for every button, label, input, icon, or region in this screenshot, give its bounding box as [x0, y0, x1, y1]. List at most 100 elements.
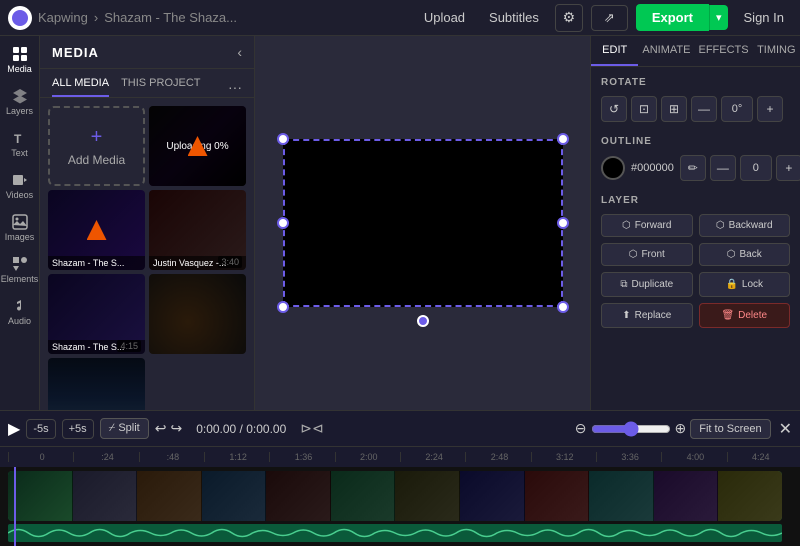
rotate-minus-button[interactable]: —: [691, 96, 717, 122]
rotate-ccw-button[interactable]: ↺: [601, 96, 627, 122]
media-thumb-city[interactable]: [48, 358, 145, 410]
canvas-wrapper[interactable]: [283, 139, 563, 307]
duplicate-button[interactable]: ⧉ Duplicate: [601, 272, 693, 297]
canvas-content: [283, 139, 563, 307]
media-thumb-uploading[interactable]: Uploading 0%: [149, 106, 246, 186]
replace-button[interactable]: ⬆ Replace: [601, 303, 693, 328]
tab-timing[interactable]: TIMING: [753, 36, 800, 66]
outline-section-title: OUTLINE: [601, 136, 790, 147]
timeline-tracks: [0, 467, 800, 546]
zoom-slider[interactable]: [591, 421, 671, 437]
right-panel-content: ROTATE ↺ ⊡ ⊞ — 0° + OUTLINE #000000 ✏: [591, 67, 800, 410]
rotate-plus-button[interactable]: +: [757, 96, 783, 122]
play-button[interactable]: ▶: [8, 419, 20, 439]
sidebar-item-layers[interactable]: Layers: [1, 82, 39, 122]
ruler-mark-48: :48: [139, 452, 204, 462]
timeline-playhead[interactable]: [14, 467, 16, 546]
sidebar-item-audio[interactable]: Audio: [1, 292, 39, 332]
signin-button[interactable]: Sign In: [736, 6, 792, 29]
tab-animate[interactable]: ANIMATE: [638, 36, 694, 66]
backward-button[interactable]: ⬡ Backward: [699, 214, 791, 237]
handle-mid-right[interactable]: [557, 217, 569, 229]
lock-button[interactable]: 🔒 Lock: [699, 272, 791, 297]
tab-edit[interactable]: EDIT: [591, 36, 638, 66]
outline-minus-button[interactable]: —: [710, 155, 736, 181]
sidebar-item-text[interactable]: T Text: [1, 124, 39, 164]
media-thumb-vasquez[interactable]: 3:40 Justin Vasquez -...: [149, 190, 246, 270]
sidebar-item-media[interactable]: Media: [1, 40, 39, 80]
media-thumb-party[interactable]: [149, 274, 246, 354]
back-icon: ⬡: [727, 249, 736, 260]
subtitles-button[interactable]: Subtitles: [481, 6, 547, 29]
track-filmstrip: [8, 471, 782, 521]
backward-icon: ⬡: [716, 220, 725, 231]
handle-bot-right[interactable]: [557, 301, 569, 313]
skip-back-button[interactable]: -5s: [26, 419, 55, 439]
media-collapse-button[interactable]: ‹: [237, 44, 242, 60]
handle-top-left[interactable]: [277, 133, 289, 145]
settings-button[interactable]: ⚙: [555, 4, 583, 32]
sidebar-media-label: Media: [7, 64, 32, 74]
kapwing-logo: [8, 6, 32, 30]
front-button[interactable]: ⬡ Front: [601, 243, 693, 266]
outline-edit-button[interactable]: ✏: [680, 155, 706, 181]
forward-button[interactable]: ⬡ Forward: [601, 214, 693, 237]
shapes-icon: [12, 256, 28, 272]
media-thumb-shazam2[interactable]: 4:15 Shazam - The S...: [48, 274, 145, 354]
topbar: Kapwing › Shazam - The Shaza... Upload S…: [0, 0, 800, 36]
export-button[interactable]: Export: [636, 4, 709, 31]
zoom-out-button[interactable]: ⊖: [575, 420, 587, 437]
svg-text:T: T: [14, 132, 22, 146]
redo-button[interactable]: ↪: [170, 420, 182, 437]
skip-fwd-button[interactable]: +5s: [62, 419, 94, 439]
flip-v-button[interactable]: ⊞: [661, 96, 687, 122]
fit-to-screen-button[interactable]: Fit to Screen: [690, 419, 770, 439]
tab-this-project[interactable]: THIS PROJECT: [121, 77, 200, 97]
tab-all-media[interactable]: ALL MEDIA: [52, 77, 109, 97]
close-button[interactable]: ✕: [779, 419, 792, 439]
sidebar-item-videos[interactable]: Videos: [1, 166, 39, 206]
outline-controls: #000000 ✏ — 0 +: [601, 155, 790, 181]
sidebar-videos-label: Videos: [6, 190, 33, 200]
split-button[interactable]: ⌿ Split: [100, 418, 149, 439]
delete-button[interactable]: 🗑 Delete: [699, 303, 791, 328]
outline-section: OUTLINE #000000 ✏ — 0 +: [601, 136, 790, 181]
outline-color-swatch[interactable]: [601, 156, 625, 180]
sidebar-item-images[interactable]: Images: [1, 208, 39, 248]
duplicate-label: Duplicate: [631, 279, 673, 290]
handle-mid-left[interactable]: [277, 217, 289, 229]
add-media-button[interactable]: + Add Media: [48, 106, 145, 186]
sidebar-text-label: Text: [11, 148, 28, 158]
audio-track[interactable]: [8, 524, 782, 542]
time-display: 0:00.00 / 0:00.00: [196, 422, 286, 436]
tab-effects[interactable]: EFFECTS: [694, 36, 752, 66]
media-panel-title: MEDIA: [52, 45, 99, 60]
upload-progress: Uploading 0%: [149, 106, 246, 186]
back-button[interactable]: ⬡ Back: [699, 243, 791, 266]
media-thumb-shazam1[interactable]: Shazam - The S...: [48, 190, 145, 270]
share-icon: ⇗: [604, 10, 615, 25]
sidebar-layers-label: Layers: [6, 106, 33, 116]
media-panel: MEDIA ‹ ALL MEDIA THIS PROJECT ··· + Add…: [40, 36, 255, 410]
outline-plus-button[interactable]: +: [776, 155, 800, 181]
sidebar-icons: Media Layers T Text Videos Images: [0, 36, 40, 410]
ruler-mark-224: 2:24: [400, 452, 465, 462]
handle-center[interactable]: [417, 315, 429, 327]
ruler-mark-200: 2:00: [335, 452, 400, 462]
layer-order-row-2: ⬡ Front ⬡ Back: [601, 243, 790, 266]
export-dropdown-button[interactable]: ▾: [709, 5, 728, 30]
layers-icon: [12, 88, 28, 104]
add-media-label: Add Media: [68, 153, 125, 167]
undo-button[interactable]: ↩: [155, 420, 167, 437]
share-button[interactable]: ⇗: [591, 5, 628, 31]
replace-label: Replace: [635, 310, 672, 321]
media-more-button[interactable]: ···: [228, 77, 242, 97]
bottom-controls: ▶ -5s +5s ⌿ Split ↩ ↪ 0:00.00 / 0:00.00 …: [0, 410, 800, 446]
video-track[interactable]: [8, 471, 782, 521]
zoom-in-button[interactable]: ⊕: [675, 420, 687, 437]
handle-bot-left[interactable]: [277, 301, 289, 313]
upload-button[interactable]: Upload: [416, 6, 473, 29]
handle-top-right[interactable]: [557, 133, 569, 145]
flip-h-button[interactable]: ⊡: [631, 96, 657, 122]
sidebar-item-elements[interactable]: Elements: [1, 250, 39, 290]
